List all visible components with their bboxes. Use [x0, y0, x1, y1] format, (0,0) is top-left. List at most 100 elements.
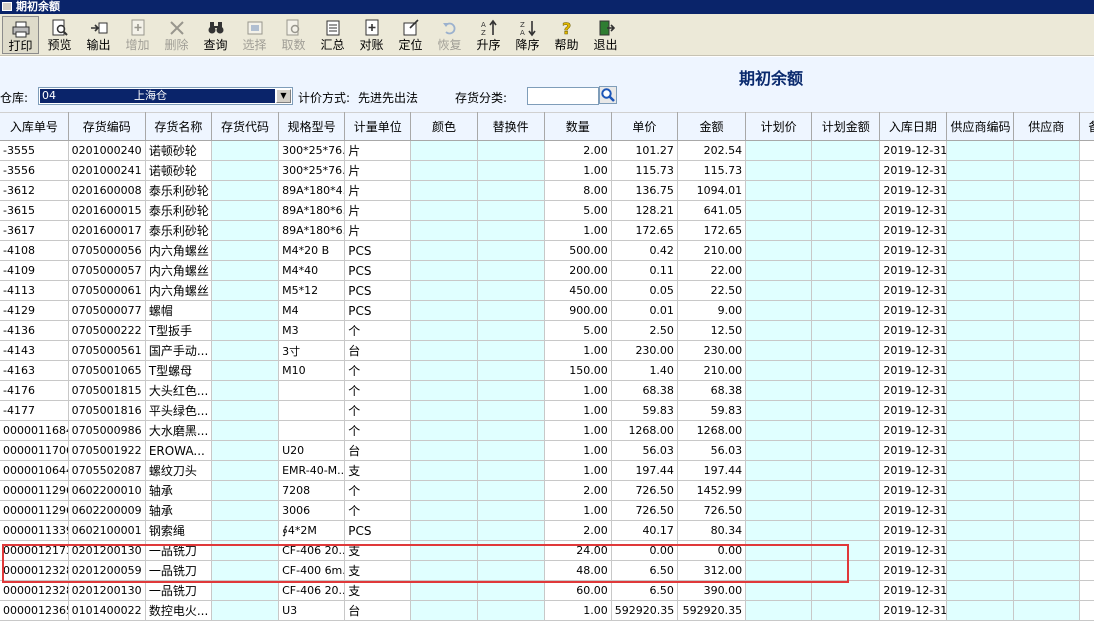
table-cell[interactable]: 2019-12-31 — [879, 180, 947, 201]
table-cell[interactable] — [211, 240, 280, 261]
table-cell[interactable]: 450.00 — [544, 280, 612, 301]
table-cell[interactable]: 片 — [344, 160, 412, 181]
table-cell[interactable] — [278, 380, 346, 401]
table-cell[interactable]: CF-400 6m... — [278, 560, 346, 581]
table-cell[interactable]: 0705001816 — [68, 400, 146, 421]
preview-button[interactable]: 预览 — [41, 16, 78, 54]
table-cell[interactable] — [211, 560, 280, 581]
table-cell[interactable] — [1079, 580, 1094, 601]
table-cell[interactable]: 200.00 — [544, 260, 612, 281]
table-cell[interactable]: 1.00 — [544, 440, 612, 461]
table-cell[interactable] — [1013, 340, 1080, 361]
table-cell[interactable] — [811, 460, 881, 481]
table-cell[interactable]: 2019-12-31 — [879, 200, 947, 221]
table-cell[interactable] — [211, 500, 280, 521]
table-cell[interactable]: -3556 — [0, 160, 69, 181]
table-cell[interactable] — [410, 140, 478, 161]
table-cell[interactable]: 个 — [344, 320, 412, 341]
table-cell[interactable]: 2.50 — [611, 320, 678, 341]
table-cell[interactable] — [477, 260, 545, 281]
table-cell[interactable]: 平头绿色... — [145, 400, 212, 421]
table-cell[interactable] — [278, 400, 346, 421]
table-cell[interactable]: 197.44 — [611, 460, 678, 481]
table-cell[interactable] — [410, 420, 478, 441]
table-cell[interactable]: 片 — [344, 220, 412, 241]
table-cell[interactable] — [477, 300, 545, 321]
table-cell[interactable] — [1013, 600, 1080, 621]
table-cell[interactable] — [1013, 140, 1080, 161]
table-cell[interactable]: 1.00 — [544, 400, 612, 421]
table-cell[interactable]: 1452.99 — [677, 480, 747, 501]
warehouse-select[interactable]: 04 上海仓 ▼ — [38, 87, 293, 105]
table-cell[interactable]: M3 — [278, 320, 346, 341]
table-cell[interactable] — [1079, 600, 1094, 621]
table-cell[interactable]: 支 — [344, 460, 412, 481]
table-cell[interactable] — [1079, 280, 1094, 301]
table-cell[interactable] — [1013, 440, 1080, 461]
table-cell[interactable] — [1013, 200, 1080, 221]
table-cell[interactable]: M4*40 — [278, 260, 346, 281]
table-cell[interactable]: 726.50 — [677, 500, 747, 521]
table-cell[interactable]: 2019-12-31 — [879, 580, 947, 601]
table-cell[interactable]: 59.83 — [611, 400, 678, 421]
table-cell[interactable] — [745, 140, 813, 161]
sort-asc-button[interactable]: A Z 升序 — [470, 16, 507, 54]
table-cell[interactable]: 0000011706 — [0, 440, 69, 461]
table-cell[interactable]: 0000012173 — [0, 540, 69, 561]
table-cell[interactable] — [946, 380, 1014, 401]
table-cell[interactable]: 个 — [344, 360, 412, 381]
table-cell[interactable] — [477, 200, 545, 221]
table-cell[interactable]: 2.00 — [544, 480, 612, 501]
table-cell[interactable] — [211, 360, 280, 381]
table-cell[interactable]: 大水磨黑... — [145, 420, 212, 441]
table-cell[interactable]: -4176 — [0, 380, 69, 401]
table-cell[interactable]: 726.50 — [611, 480, 678, 501]
table-cell[interactable] — [811, 140, 881, 161]
table-cell[interactable] — [477, 600, 545, 621]
table-cell[interactable] — [745, 180, 813, 201]
table-cell[interactable] — [410, 380, 478, 401]
table-cell[interactable]: -4163 — [0, 360, 69, 381]
table-cell[interactable]: PCS — [344, 240, 412, 261]
column-header[interactable]: 替换件 — [477, 112, 545, 141]
table-cell[interactable]: -4129 — [0, 300, 69, 321]
table-cell[interactable] — [410, 320, 478, 341]
table-cell[interactable]: 312.00 — [677, 560, 747, 581]
table-cell[interactable] — [1079, 500, 1094, 521]
table-cell[interactable] — [946, 180, 1014, 201]
table-cell[interactable] — [811, 520, 881, 541]
table-cell[interactable] — [811, 420, 881, 441]
add-button[interactable]: 增加 — [119, 16, 156, 54]
table-cell[interactable]: 150.00 — [544, 360, 612, 381]
table-cell[interactable] — [410, 220, 478, 241]
table-cell[interactable] — [745, 260, 813, 281]
table-cell[interactable] — [811, 340, 881, 361]
table-cell[interactable] — [477, 160, 545, 181]
chevron-down-icon[interactable]: ▼ — [276, 89, 291, 103]
table-cell[interactable]: 592920.35 — [611, 600, 678, 621]
table-cell[interactable] — [410, 440, 478, 461]
table-cell[interactable]: 0201000240 — [68, 140, 146, 161]
table-cell[interactable] — [1079, 160, 1094, 181]
table-cell[interactable]: 59.83 — [677, 400, 747, 421]
table-cell[interactable] — [1013, 360, 1080, 381]
table-cell[interactable] — [211, 400, 280, 421]
column-header[interactable]: 计划金额 — [811, 112, 881, 141]
table-row[interactable]: -4177 0705001816 平头绿色... 个 1.00 59.83 59.83 201… — [0, 400, 1094, 421]
table-cell[interactable] — [211, 200, 280, 221]
table-cell[interactable]: 0.01 — [611, 300, 678, 321]
table-row[interactable]: 0000011296 0602200009 轴承 3006 个 1.00 726.50 726… — [0, 500, 1094, 521]
table-row[interactable]: -36150201600015泰乐利砂轮 89A*180*6...片 5.00128… — [0, 200, 1094, 221]
table-cell[interactable]: 0602200010 — [68, 480, 146, 501]
table-cell[interactable] — [1013, 520, 1080, 541]
table-cell[interactable] — [1013, 480, 1080, 501]
table-cell[interactable]: 2019-12-31 — [879, 380, 947, 401]
table-cell[interactable]: 0.11 — [611, 260, 678, 281]
table-cell[interactable]: 900.00 — [544, 300, 612, 321]
table-cell[interactable] — [946, 300, 1014, 321]
table-cell[interactable]: 197.44 — [677, 460, 747, 481]
table-cell[interactable] — [811, 440, 881, 461]
column-header[interactable]: 入库单号 — [0, 112, 69, 141]
table-cell[interactable]: 0705502087 — [68, 460, 146, 481]
table-cell[interactable]: 0201200059 — [68, 560, 146, 581]
